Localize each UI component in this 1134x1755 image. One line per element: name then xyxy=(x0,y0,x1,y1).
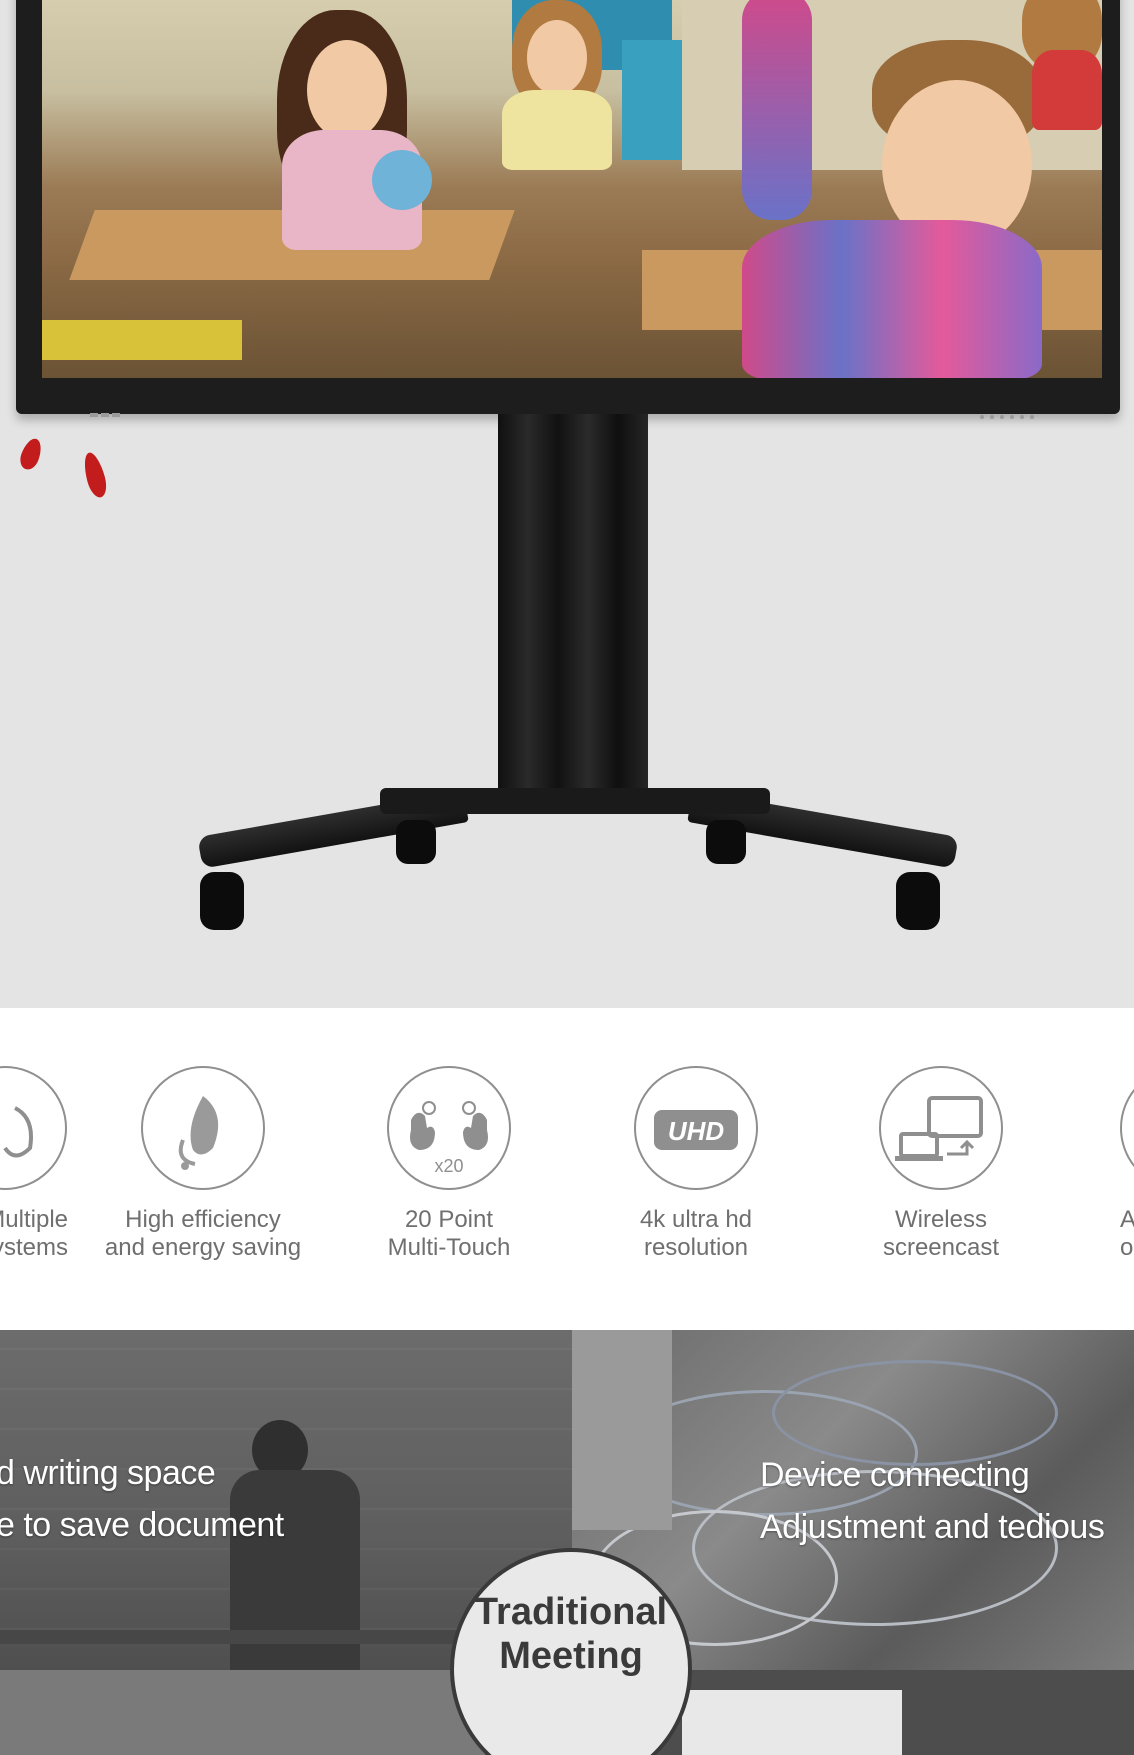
caster-wheel xyxy=(200,872,244,930)
paint-splash xyxy=(80,450,110,500)
bezel-control-buttons xyxy=(90,404,140,417)
bezel-indicator-dots xyxy=(980,406,1070,419)
feature-label-line2: resolution xyxy=(643,1234,749,1261)
right-caption-line1: Device connecting xyxy=(760,1456,1030,1494)
feature-item-multi-touch: x20 20 Point Multi-Touch xyxy=(334,1066,564,1262)
caster-wheel xyxy=(896,872,940,930)
stand-crossbar xyxy=(380,788,770,814)
laptop-to-monitor-icon xyxy=(879,1066,1003,1190)
feature-label-line1: 20 Point xyxy=(404,1206,494,1233)
caster-wheel xyxy=(396,820,436,864)
multi-touch-icon: x20 xyxy=(387,1066,511,1190)
stand-column xyxy=(498,414,648,804)
classroom-photo xyxy=(42,0,1102,378)
right-caption-line2: Adjustment and tedious xyxy=(760,1508,1105,1546)
badge-title-line2: Meeting xyxy=(499,1635,643,1677)
uhd-badge: UHD xyxy=(668,1116,725,1146)
feature-icons-row: Multiple systems High efficiency and ene… xyxy=(0,1008,1134,1330)
feature-item-energy-saving: High efficiency and energy saving xyxy=(88,1066,318,1262)
badge-title-line1: Traditional xyxy=(474,1591,668,1633)
feature-label-line2: Multi-Touch xyxy=(387,1234,511,1261)
feature-label-line1: Wireless xyxy=(894,1206,987,1233)
hero-product-image xyxy=(0,0,1134,1008)
partial-icon xyxy=(1120,1066,1134,1190)
feature-label-line1: A xyxy=(1120,1206,1134,1233)
traditional-meeting-collage: d writing space e to save document Devic… xyxy=(0,1330,1134,1755)
feature-item-wireless-screencast: Wireless screencast xyxy=(826,1066,1056,1262)
leaf-plug-icon xyxy=(141,1066,265,1190)
left-caption-line2: e to save document xyxy=(0,1506,284,1544)
feature-label-line2: and energy saving xyxy=(104,1234,302,1261)
feature-label-line1: High efficiency xyxy=(125,1206,281,1233)
feature-label-line2: o xyxy=(1120,1234,1134,1261)
multi-touch-badge: x20 xyxy=(434,1156,463,1176)
paint-splash xyxy=(17,435,45,473)
left-caption-line1: d writing space xyxy=(0,1454,216,1492)
feature-item-partial: A o xyxy=(1120,1066,1134,1262)
feature-label-line1: 4k ultra hd xyxy=(639,1206,753,1233)
feature-label-line2: screencast xyxy=(882,1234,1000,1261)
caster-wheel xyxy=(706,820,746,864)
feature-item-uhd: UHD 4k ultra hd resolution xyxy=(581,1066,811,1262)
hand-icon xyxy=(0,1066,67,1190)
uhd-icon: UHD xyxy=(634,1066,758,1190)
